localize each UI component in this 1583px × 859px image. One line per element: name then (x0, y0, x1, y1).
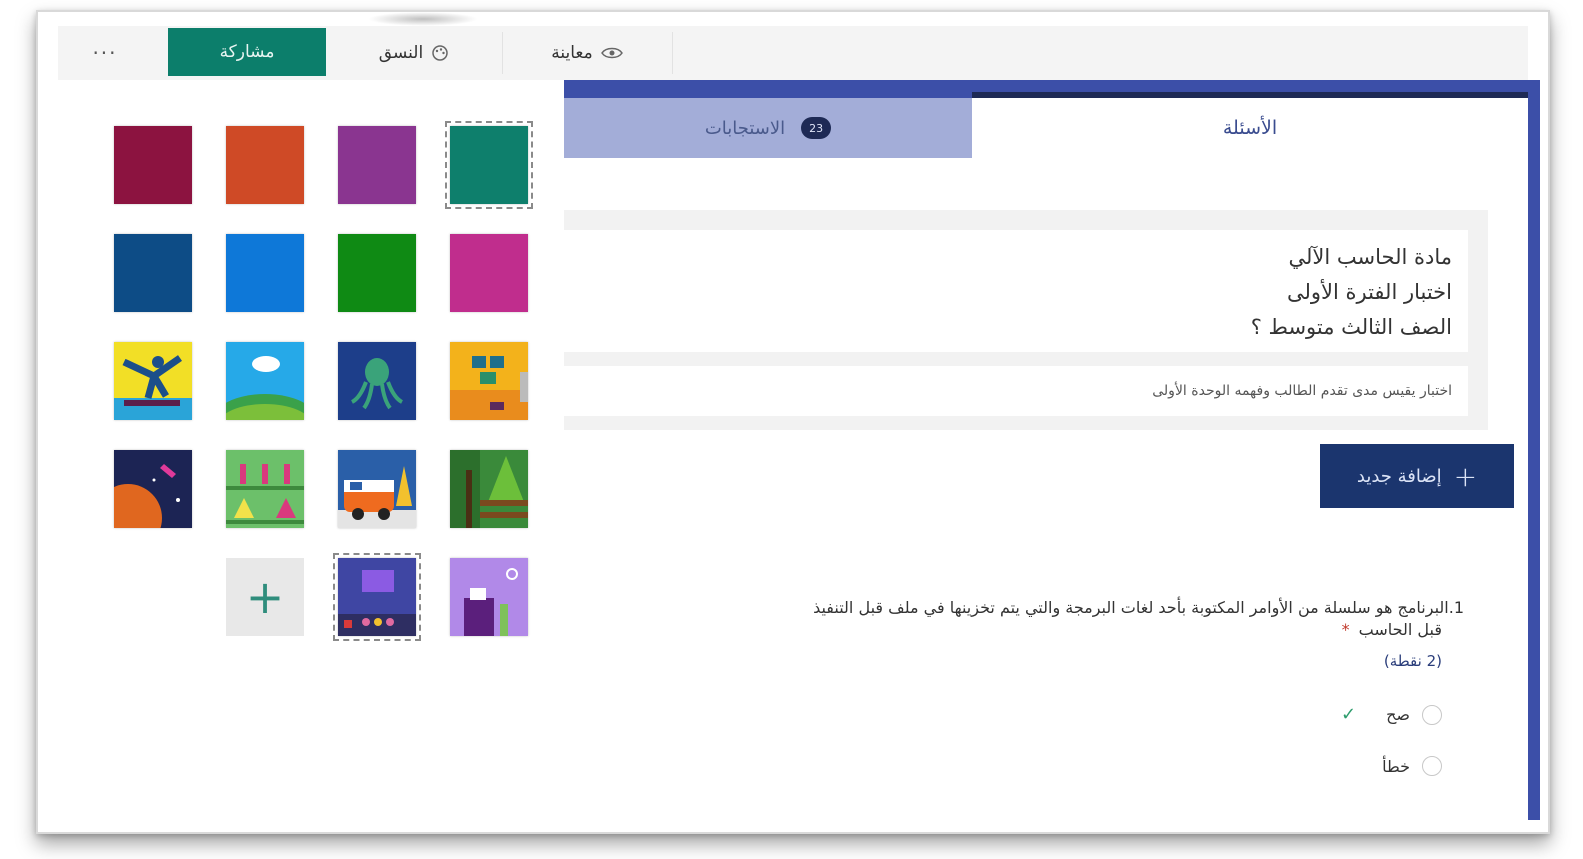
theme-image-sky[interactable] (226, 342, 304, 420)
question-text[interactable]: 1.البرنامج هو سلسلة من الأوامر المكتوبة … (564, 594, 1464, 622)
skater-image-icon (114, 342, 192, 420)
question-text-line2: قبل الحاسب (1358, 620, 1442, 639)
theme-image-van[interactable] (338, 450, 416, 528)
theme-swatch-green[interactable] (338, 234, 416, 312)
theme-image-space[interactable] (114, 450, 192, 528)
theme-image-lavender[interactable] (450, 558, 528, 636)
question-points: (2 نقطة) (1383, 652, 1442, 670)
theme-swatch-purple[interactable] (338, 126, 416, 204)
form-description[interactable]: اختبار يقيس مدى تقدم الطالب وفهمه الوحدة… (564, 366, 1468, 416)
form-editor: الاستجابات 23 الأسئلة مادة الحاسب الآلي … (564, 80, 1540, 820)
form-tabs: الاستجابات 23 الأسئلة (564, 92, 1528, 158)
lab-image-icon (226, 450, 304, 528)
radio-button[interactable] (1422, 704, 1442, 725)
shelves-image-icon (450, 342, 528, 420)
theme-swatch-magenta[interactable] (450, 234, 528, 312)
radio-button[interactable] (1422, 756, 1442, 776)
theme-panel: + (58, 80, 566, 820)
forest-image-icon (450, 450, 528, 528)
questions-tab-label: الأسئلة (1222, 117, 1278, 139)
eye-icon (600, 47, 623, 59)
theme-swatch-navy[interactable] (114, 234, 192, 312)
palette-icon (432, 45, 448, 61)
answer-option-true[interactable]: صح ✓ (564, 704, 1464, 725)
correct-answer-check-icon: ✓ (1340, 704, 1357, 725)
space-image-icon (114, 450, 192, 528)
add-new-label: إضافة جديد (1356, 465, 1442, 487)
toolbar: ··· مشاركة النسق معاينة (58, 26, 1528, 81)
responses-count-badge: 23 (801, 117, 832, 139)
add-custom-theme-button[interactable]: + (226, 558, 304, 636)
share-label: مشاركة (219, 42, 275, 62)
forms-window: ··· مشاركة النسق معاينة + الاستجابات 23 … (36, 10, 1550, 834)
sky-image-icon (226, 342, 304, 420)
preview-button[interactable]: معاينة (502, 26, 672, 80)
theme-label: النسق (378, 43, 424, 63)
question-text-continued: قبل الحاسب * (564, 620, 1442, 639)
van-image-icon (338, 450, 416, 528)
tab-responses[interactable]: الاستجابات 23 (564, 98, 972, 158)
share-button[interactable]: مشاركة (168, 28, 326, 76)
toolbar-divider (672, 32, 673, 74)
form-title-line: اختبار الفترة الأولى (1286, 280, 1452, 304)
tab-questions[interactable]: الأسئلة (972, 98, 1528, 158)
theme-swatch-blue[interactable] (226, 234, 304, 312)
theme-image-lab[interactable] (226, 450, 304, 528)
form-title-line: مادة الحاسب الآلي (1288, 245, 1452, 269)
theme-image-skater[interactable] (114, 342, 192, 420)
theme-image-stage[interactable] (333, 553, 421, 641)
stage-image-icon (338, 558, 416, 636)
theme-swatch-orange[interactable] (226, 126, 304, 204)
plus-icon: + (1453, 459, 1478, 493)
option-label: خطأ (1382, 756, 1410, 776)
window-top-shadow (368, 12, 478, 26)
option-label: صح (1386, 705, 1410, 724)
lavender-image-icon (450, 558, 528, 636)
form-title-line: الصف الثالث متوسط ؟ (1250, 315, 1452, 339)
answer-option-false[interactable]: خطأ (564, 756, 1464, 776)
form-title[interactable]: مادة الحاسب الآلي اختبار الفترة الأولى ا… (564, 230, 1468, 352)
theme-swatch-teal[interactable] (445, 121, 533, 209)
required-mark: * (1341, 620, 1350, 639)
plus-icon: + (245, 570, 285, 624)
more-options-button[interactable]: ··· (58, 26, 152, 80)
add-new-button[interactable]: + إضافة جديد (1320, 444, 1514, 508)
theme-image-shelves[interactable] (450, 342, 528, 420)
theme-image-octopus[interactable] (338, 342, 416, 420)
theme-button[interactable]: النسق (326, 26, 502, 80)
theme-swatch-crimson[interactable] (114, 126, 192, 204)
responses-tab-label: الاستجابات (704, 117, 786, 139)
theme-image-forest[interactable] (450, 450, 528, 528)
preview-label: معاينة (551, 43, 593, 63)
octopus-image-icon (338, 342, 416, 420)
